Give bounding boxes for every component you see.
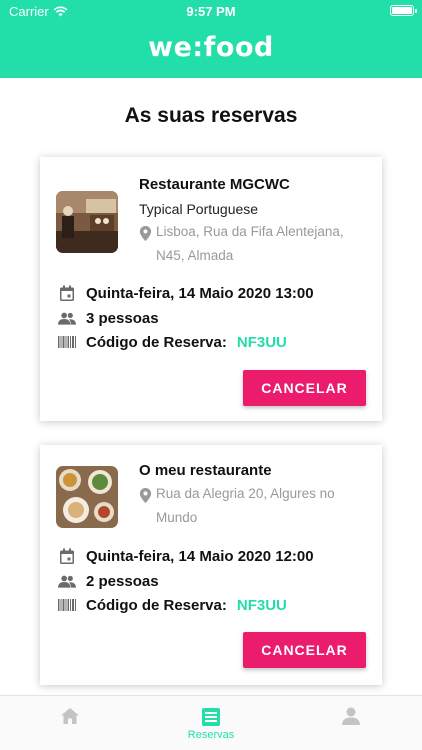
cancel-reservation-button[interactable]: CANCELAR bbox=[243, 632, 366, 668]
calendar-icon bbox=[58, 547, 76, 565]
wefood-logo: we:food bbox=[148, 32, 274, 63]
reservation-code: Código de Reserva: NF3UU bbox=[58, 596, 287, 614]
datetime-text: Quinta-feira, 14 Maio 2020 13:00 bbox=[86, 284, 314, 302]
restaurant-photo bbox=[56, 191, 118, 253]
people-icon bbox=[58, 309, 76, 327]
reservation-code-value: NF3UU bbox=[236, 596, 287, 614]
reservation-card: Restaurante MGCWC Typical Portuguese Lis… bbox=[40, 157, 382, 421]
restaurant-name: O meu restaurante bbox=[139, 462, 272, 479]
barcode-icon bbox=[58, 596, 76, 614]
datetime-text: Quinta-feira, 14 Maio 2020 12:00 bbox=[86, 547, 314, 565]
page-title: As suas reservas bbox=[124, 104, 298, 127]
home-icon bbox=[61, 708, 79, 724]
address-text: Rua da Alegria 20, Algures no Mundo bbox=[156, 486, 335, 525]
restaurant-name: Restaurante MGCWC bbox=[139, 176, 290, 193]
reservations-page: As suas reservas Restaurante MGCWC Typic… bbox=[0, 78, 422, 695]
reservation-datetime: Quinta-feira, 14 Maio 2020 13:00 bbox=[58, 284, 314, 302]
status-time: 9:57 PM bbox=[186, 4, 236, 19]
reservation-datetime: Quinta-feira, 14 Maio 2020 12:00 bbox=[58, 547, 314, 565]
reservation-code: Código de Reserva: NF3UU bbox=[58, 333, 287, 351]
people-text: 3 pessoas bbox=[86, 309, 159, 327]
restaurant-address: Rua da Alegria 20, Algures no Mundo bbox=[139, 482, 369, 530]
location-pin-icon bbox=[139, 488, 152, 503]
reservation-code-value: NF3UU bbox=[236, 333, 287, 351]
bottom-tab-bar: Reservas bbox=[0, 695, 422, 750]
tab-reservations-label: Reservas bbox=[187, 729, 235, 741]
restaurant-address: Lisboa, Rua da Fifa Alentejana, N45, Alm… bbox=[139, 220, 369, 268]
reservation-people: 3 pessoas bbox=[58, 309, 159, 327]
calendar-icon bbox=[58, 284, 76, 302]
tab-home[interactable] bbox=[0, 696, 140, 750]
status-bar: Carrier 9:57 PM bbox=[0, 3, 422, 21]
tab-reservations[interactable]: Reservas bbox=[141, 696, 281, 750]
battery-icon bbox=[390, 5, 417, 16]
app-header: Carrier 9:57 PM we:food bbox=[0, 0, 422, 78]
reservations-icon bbox=[202, 708, 220, 726]
people-text: 2 pessoas bbox=[86, 572, 159, 590]
restaurant-photo bbox=[56, 466, 118, 528]
people-icon bbox=[58, 572, 76, 590]
code-label: Código de Reserva: bbox=[86, 333, 227, 351]
reservation-card: O meu restaurante Rua da Alegria 20, Alg… bbox=[40, 445, 382, 685]
tab-profile[interactable] bbox=[281, 696, 421, 750]
reservation-people: 2 pessoas bbox=[58, 572, 159, 590]
barcode-icon bbox=[58, 333, 76, 351]
location-pin-icon bbox=[139, 226, 152, 241]
code-label: Código de Reserva: bbox=[86, 596, 227, 614]
cancel-reservation-button[interactable]: CANCELAR bbox=[243, 370, 366, 406]
restaurant-cuisine: Typical Portuguese bbox=[139, 201, 259, 217]
profile-icon bbox=[342, 707, 360, 725]
address-text: Lisboa, Rua da Fifa Alentejana, N45, Alm… bbox=[156, 224, 344, 263]
